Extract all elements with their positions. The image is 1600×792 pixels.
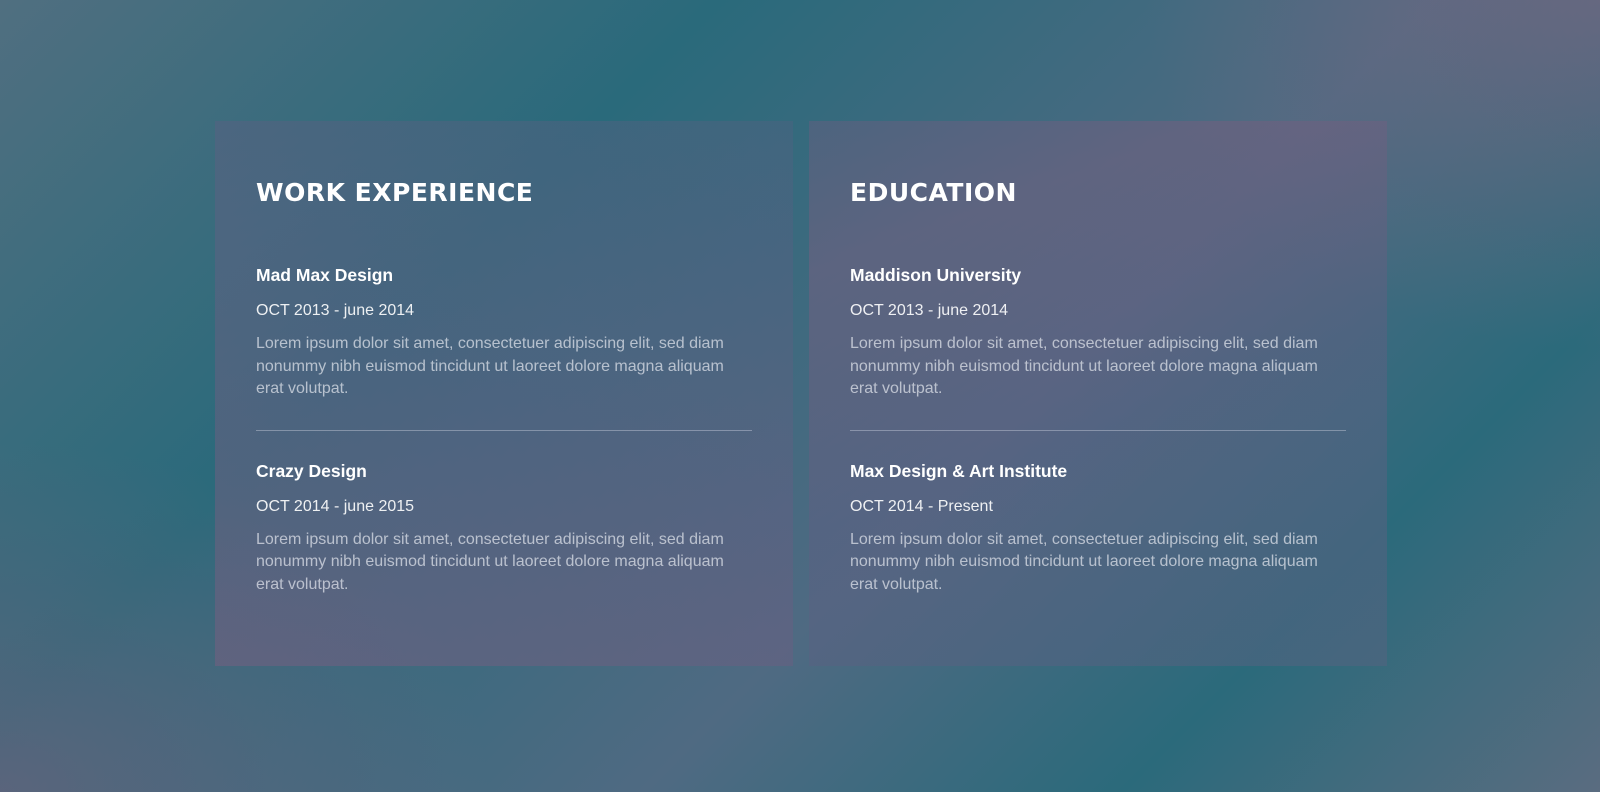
education-entry-date: OCT 2014 - Present — [850, 497, 993, 515]
education-entry-school: Maddison University — [850, 265, 1022, 285]
resume-sections: WORK EXPERIENCE Mad Max Design OCT 2013 … — [215, 121, 1387, 666]
work-entry-date: OCT 2014 - june 2015 — [256, 497, 415, 515]
work-entry-company: Crazy Design — [256, 460, 367, 481]
divider — [256, 429, 752, 431]
education-entry-description: Lorem ipsum dolor sit amet, consectetuer… — [850, 335, 1318, 397]
education-title: EDUCATION — [850, 178, 1017, 207]
education-entry-description: Lorem ipsum dolor sit amet, consectetuer… — [850, 530, 1318, 593]
education-entry-school: Max Design & Art Institute — [850, 460, 1068, 481]
work-experience-panel: WORK EXPERIENCE Mad Max Design OCT 2013 … — [215, 121, 793, 666]
education-entry: Maddison University OCT 2013 - june 2014… — [850, 264, 1346, 401]
work-entry: Mad Max Design OCT 2013 - june 2014 Lore… — [256, 264, 752, 401]
divider — [850, 429, 1346, 431]
work-entry-date: OCT 2013 - june 2014 — [256, 302, 415, 319]
education-entry: Max Design & Art Institute OCT 2014 - Pr… — [850, 460, 1346, 597]
work-experience-title: WORK EXPERIENCE — [256, 178, 534, 207]
education-list: Maddison University OCT 2013 - june 2014… — [850, 264, 1346, 596]
work-entry-description: Lorem ipsum dolor sit amet, consectetuer… — [256, 335, 724, 397]
education-entry-date: OCT 2013 - june 2014 — [850, 302, 1009, 319]
work-entry-company: Mad Max Design — [256, 265, 394, 285]
work-entry: Crazy Design OCT 2014 - june 2015 Lorem … — [256, 460, 752, 597]
work-experience-list: Mad Max Design OCT 2013 - june 2014 Lore… — [256, 264, 752, 596]
work-entry-description: Lorem ipsum dolor sit amet, consectetuer… — [256, 530, 724, 593]
education-panel: EDUCATION Maddison University OCT 2013 -… — [809, 121, 1387, 666]
